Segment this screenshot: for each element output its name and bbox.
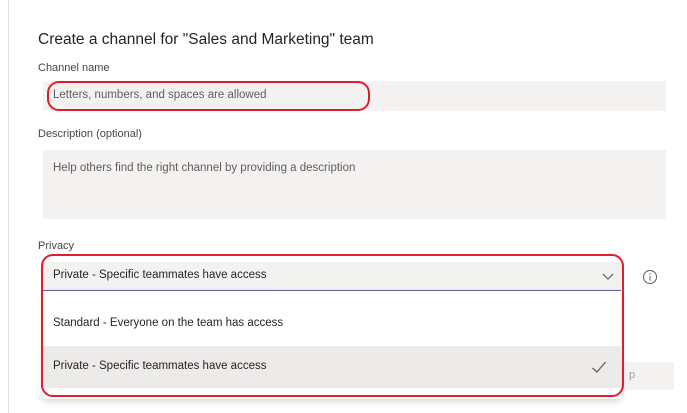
privacy-label: Privacy xyxy=(38,240,75,252)
chevron-down-icon[interactable] xyxy=(601,269,615,283)
privacy-selected-value: Private - Specific teammates have access xyxy=(53,269,267,281)
description-label: Description (optional) xyxy=(38,128,142,140)
privacy-option-label: Private - Specific teammates have access xyxy=(53,360,267,372)
channel-name-input[interactable]: Letters, numbers, and spaces are allowed xyxy=(43,81,666,111)
privacy-option-private[interactable]: Private - Specific teammates have access xyxy=(43,346,621,388)
checkmark-icon xyxy=(592,361,606,373)
create-channel-dialog: Create a channel for "Sales and Marketin… xyxy=(8,0,687,413)
hidden-button-label: p xyxy=(629,369,636,381)
channel-name-placeholder: Letters, numbers, and spaces are allowed xyxy=(53,89,267,101)
privacy-dropdown-list: Standard - Everyone on the team has acce… xyxy=(43,291,621,399)
privacy-select[interactable]: Private - Specific teammates have access xyxy=(43,262,621,291)
privacy-option-label: Standard - Everyone on the team has acce… xyxy=(53,317,284,329)
channel-name-label: Channel name xyxy=(38,62,110,74)
description-textarea[interactable]: Help others find the right channel by pr… xyxy=(43,150,666,219)
privacy-option-standard[interactable]: Standard - Everyone on the team has acce… xyxy=(43,303,621,345)
hidden-next-button[interactable]: p xyxy=(621,362,674,390)
info-icon[interactable] xyxy=(642,269,658,285)
dialog-title: Create a channel for "Sales and Marketin… xyxy=(38,31,374,48)
description-placeholder: Help others find the right channel by pr… xyxy=(53,162,356,174)
